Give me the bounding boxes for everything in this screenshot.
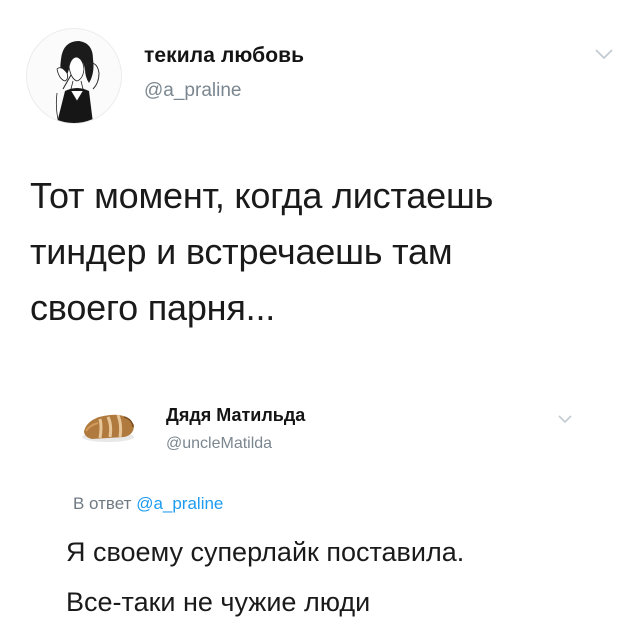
tweet-text-line: Тот момент, когда листаешь <box>30 175 494 216</box>
tweet-text-line: своего парня... <box>30 287 276 328</box>
author-name[interactable]: текила любовь <box>144 44 304 68</box>
reply-mention-link[interactable]: @a_praline <box>136 494 223 513</box>
tweet-text-line: тиндер и встречаешь там <box>30 231 453 272</box>
reply-text-line: Я своему суперлайк поставила. <box>66 537 465 567</box>
bread-loaf-avatar-icon <box>82 414 134 442</box>
reply-to-line: В ответ @a_praline <box>73 494 223 514</box>
reply-text-line: Все-таки не чужие люди <box>66 587 371 617</box>
reply-to-prefix: В ответ <box>73 494 132 513</box>
reply-text: Я своему суперлайк поставила. Все-таки н… <box>66 527 626 627</box>
reply-author-name[interactable]: Дядя Матильда <box>166 405 305 426</box>
reply-author-handle[interactable]: @uncleMatilda <box>166 435 272 453</box>
reply-menu-chevron-icon[interactable] <box>557 414 573 424</box>
woman-sketch-avatar-icon <box>55 41 100 123</box>
author-avatar[interactable] <box>26 28 122 124</box>
author-handle[interactable]: @a_praline <box>144 80 241 102</box>
tweet-header: текила любовь @a_praline <box>22 28 622 128</box>
tweet-text: Тот момент, когда листаешь тиндер и встр… <box>30 168 590 336</box>
tweet-menu-chevron-icon[interactable] <box>594 48 614 60</box>
reply-author-avatar[interactable] <box>78 395 140 457</box>
